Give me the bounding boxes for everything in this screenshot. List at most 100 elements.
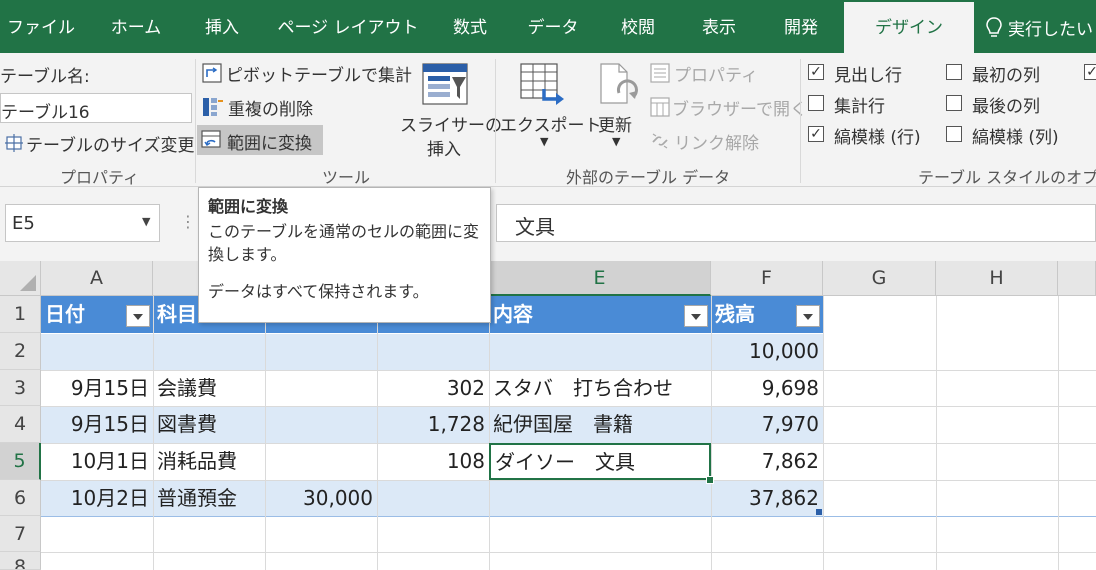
browser-icon: [650, 97, 670, 117]
column-header-a[interactable]: A: [41, 261, 153, 296]
tab-page-layout[interactable]: ページ レイアウト: [268, 0, 428, 53]
remove-duplicates-button[interactable]: 重複の削除: [200, 93, 340, 121]
chevron-down-icon[interactable]: ▼: [142, 215, 150, 228]
gridline: [823, 296, 824, 570]
group-separator: [495, 59, 496, 183]
first-column-option[interactable]: 最初の列: [946, 61, 1066, 86]
row-header-3[interactable]: 3: [0, 370, 41, 406]
cell-f3[interactable]: 9,698: [711, 370, 823, 406]
tab-file[interactable]: ファイル: [0, 0, 82, 53]
cell-b3[interactable]: 会議費: [153, 370, 265, 406]
cell-b6[interactable]: 普通預金: [153, 480, 265, 516]
properties-icon: [650, 63, 670, 83]
header-date-label: 日付: [45, 302, 85, 326]
cell-a6[interactable]: 10月2日: [41, 480, 153, 516]
dropdown-arrow-icon: ▼: [540, 135, 549, 148]
table-resize-handle[interactable]: [816, 509, 822, 515]
filter-dropdown-button[interactable]: [684, 305, 708, 327]
open-in-browser-button[interactable]: ブラウザーで開く: [650, 93, 807, 121]
cell-a3[interactable]: 9月15日: [41, 370, 153, 406]
filter-dropdown-button[interactable]: [796, 305, 820, 327]
cell-e5-active[interactable]: ダイソー 文具: [489, 443, 711, 480]
gridline: [41, 516, 1096, 517]
filter-button-checkbox[interactable]: ✓: [1084, 64, 1096, 80]
formula-bar-grip: ⋮: [180, 212, 196, 231]
unlink-button[interactable]: リンク解除: [650, 127, 800, 155]
row-header-1[interactable]: 1: [0, 296, 41, 333]
banded-rows-checkbox[interactable]: ✓: [808, 126, 824, 142]
cell-f6[interactable]: 37,862: [711, 480, 823, 516]
filter-dropdown-button[interactable]: [126, 305, 150, 327]
insert-slicer-label-2: 挿入: [427, 140, 461, 160]
column-header-g[interactable]: G: [823, 261, 936, 296]
tooltip-line-3: データはすべて保持されます。: [208, 282, 429, 301]
external-properties-button[interactable]: プロパティ: [650, 59, 800, 87]
tab-developer[interactable]: 開発: [770, 0, 832, 53]
refresh-icon: [600, 63, 638, 104]
refresh-button[interactable]: 更新 ▼: [592, 59, 644, 159]
cell-f5[interactable]: 7,862: [711, 443, 823, 480]
cell-d4[interactable]: 1,728: [377, 406, 489, 443]
cell-b4[interactable]: 図書費: [153, 406, 265, 443]
formula-input[interactable]: 文具: [496, 204, 1096, 242]
formula-content: 文具: [515, 215, 555, 239]
first-column-checkbox[interactable]: [946, 64, 962, 80]
last-column-option[interactable]: 最後の列: [946, 92, 1066, 117]
column-header-h[interactable]: H: [936, 261, 1058, 296]
row-header-2[interactable]: 2: [0, 333, 41, 370]
unlink-icon: [652, 133, 668, 149]
cell-d5[interactable]: 108: [377, 443, 489, 480]
column-header-e[interactable]: E: [489, 261, 711, 296]
row-header-5[interactable]: 5: [0, 443, 41, 480]
insert-slicer-button[interactable]: スライサーの 挿入: [400, 59, 502, 160]
cell-e3[interactable]: スタバ 打ち合わせ: [489, 370, 711, 406]
total-row-option[interactable]: 集計行: [808, 92, 928, 117]
tab-insert[interactable]: 挿入: [190, 0, 254, 53]
pivot-summary-button[interactable]: ピボットテーブルで集計: [200, 59, 412, 87]
header-row-option[interactable]: ✓ 見出し行: [808, 61, 928, 86]
column-header-f[interactable]: F: [711, 261, 823, 296]
cell-f2[interactable]: 10,000: [711, 333, 823, 370]
group-separator: [800, 59, 801, 183]
table-name-input[interactable]: テーブル16: [0, 93, 192, 123]
tab-design[interactable]: デザイン: [844, 0, 974, 53]
row-header-7[interactable]: 7: [0, 516, 41, 552]
tab-review[interactable]: 校閲: [607, 0, 669, 53]
cell-a5[interactable]: 10月1日: [41, 443, 153, 480]
tab-home[interactable]: ホーム: [96, 0, 176, 53]
select-all-corner[interactable]: [0, 261, 41, 296]
tooltip-line-1: このテーブルを通常のセルの範囲に変: [208, 222, 480, 241]
name-box[interactable]: E5 ▼: [5, 204, 160, 242]
banded-rows-option[interactable]: ✓ 縞模様 (行): [808, 123, 938, 148]
last-column-checkbox[interactable]: [946, 95, 962, 111]
dropdown-arrow-icon: ▼: [612, 135, 621, 148]
row-header-4[interactable]: 4: [0, 406, 41, 443]
tab-view[interactable]: 表示: [688, 0, 750, 53]
tab-formulas[interactable]: 数式: [440, 0, 500, 53]
cell-e4[interactable]: 紀伊国屋 書籍: [489, 406, 711, 443]
cell-d3[interactable]: 302: [377, 370, 489, 406]
total-row-checkbox[interactable]: [808, 95, 824, 111]
cell-a4[interactable]: 9月15日: [41, 406, 153, 443]
cell-f4[interactable]: 7,970: [711, 406, 823, 443]
banded-columns-option[interactable]: 縞模様 (列): [946, 123, 1076, 148]
row-header-6[interactable]: 6: [0, 480, 41, 516]
cell-b5[interactable]: 消耗品費: [153, 443, 265, 480]
group-label-tools: ツール: [322, 168, 371, 187]
row-header-8[interactable]: 8: [0, 552, 41, 570]
header-row-checkbox[interactable]: ✓: [808, 64, 824, 80]
banded-columns-checkbox[interactable]: [946, 126, 962, 142]
resize-table-icon: [5, 134, 23, 152]
export-button[interactable]: エクスポート ▼: [498, 59, 602, 159]
tab-data[interactable]: データ: [520, 0, 586, 53]
table-header-content[interactable]: 内容: [489, 296, 711, 333]
ribbon-tab-bar: ファイル ホーム 挿入 ページ レイアウト 数式 データ 校閲 表示 開発 デザ…: [0, 0, 1096, 53]
cell-c6[interactable]: 30,000: [265, 480, 377, 516]
header-row-label: 見出し行: [834, 66, 902, 86]
convert-to-range-button[interactable]: 範囲に変換: [197, 125, 323, 155]
tell-me-label: 実行したい: [1008, 20, 1093, 40]
resize-table-button[interactable]: テーブルのサイズ変更: [4, 129, 194, 157]
column-header-i[interactable]: [1058, 261, 1096, 296]
ribbon-design: テーブル名: テーブル16 テーブルのサイズ変更 プロパティ ピボットテーブルで…: [0, 53, 1096, 187]
group-separator: [195, 59, 196, 183]
